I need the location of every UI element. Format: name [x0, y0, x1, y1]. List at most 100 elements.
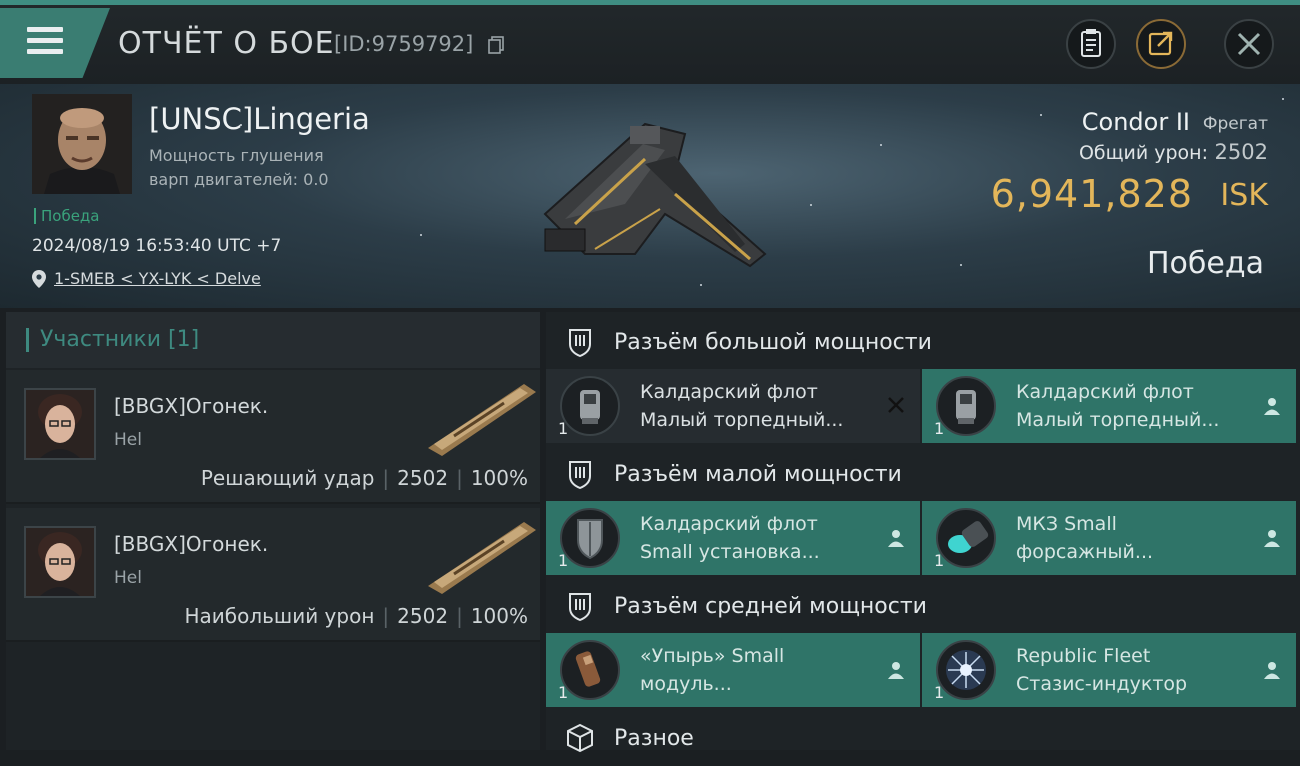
participant-role: Решающий удар [200, 466, 375, 490]
person-icon [888, 662, 904, 679]
module-type: Малый торпедный... [1016, 409, 1220, 431]
total-damage-value: 2502 [1214, 140, 1268, 164]
torpedo-launcher-icon [936, 376, 996, 436]
stats-separator: | [382, 466, 390, 490]
stats-separator: | [456, 466, 463, 490]
victim-portrait[interactable] [32, 94, 132, 194]
isk-unit: ISK [1220, 178, 1268, 213]
participants-panel: Участники [1] [BBGX]Огонек. Hel Решающий… [6, 312, 540, 750]
module-type: Стазис-индуктор [1016, 673, 1188, 695]
participant-stats: Решающий удар | 2502 | 100% [201, 466, 528, 490]
close-icon [1237, 32, 1261, 56]
participant-role: Наибольший урон [184, 604, 375, 628]
module-slot[interactable]: 1 МКЗ Small форсажный... [922, 501, 1296, 575]
person-icon [1264, 662, 1280, 679]
participant-name: [BBGX]Огонек. [114, 532, 269, 556]
module-quantity: 1 [934, 419, 945, 438]
report-id: [ID:9759792] [334, 32, 474, 56]
stats-separator: | [382, 604, 390, 628]
total-damage-label: Общий урон: [1078, 142, 1208, 164]
location-pin-icon [32, 270, 46, 288]
location-link[interactable]: 1-SMEB < YX-LYK < Delve [54, 269, 261, 288]
ghoul-module-icon [560, 640, 620, 700]
module-slot[interactable]: 1 Калдарский флот Малый торпедный... [546, 369, 920, 443]
ship-name[interactable]: Condor II [1082, 108, 1190, 136]
module-slot[interactable]: 1 Калдарский флот Малый торпедный... [922, 369, 1296, 443]
module-type: модуль... [640, 673, 732, 695]
cube-icon [567, 723, 593, 753]
participant-damage: 2502 [397, 466, 449, 490]
module-quantity: 1 [558, 551, 569, 570]
clipboard-button[interactable] [1066, 19, 1116, 69]
person-icon [1264, 398, 1280, 415]
module-name: Republic Fleet [1016, 645, 1151, 667]
participant-name: [BBGX]Огонек. [114, 394, 269, 418]
participants-title: Участники [1] [26, 328, 199, 352]
module-name: Калдарский флот [640, 513, 818, 535]
person-icon [888, 530, 904, 547]
result-tag: Победа [34, 208, 100, 224]
module-name: МКЗ Small [1016, 513, 1117, 535]
ship-image [543, 122, 767, 268]
low-slot-icon [569, 461, 591, 490]
victim-pilot-name[interactable]: [UNSC]Lingeria [149, 102, 370, 136]
misc-slot-header: Разное [546, 710, 1300, 766]
stasis-webifier-icon [936, 640, 996, 700]
mid-slot-header: Разъём средней мощности [546, 578, 1300, 634]
stats-separator: | [456, 604, 463, 628]
afterburner-icon [936, 508, 996, 568]
participant-damage: 2502 [397, 604, 449, 628]
module-name: Калдарский флот [1016, 381, 1194, 403]
fitting-panel: Разъём большой мощности 1 Калдарский фло… [546, 312, 1300, 753]
high-slot-icon [569, 329, 591, 358]
participant-row[interactable]: [BBGX]Огонек. Hel Решающий удар | 2502 | 100… [6, 370, 540, 504]
high-slot-title: Разъём большой мощности [614, 330, 932, 355]
module-name: Калдарский флот [640, 381, 818, 403]
mid-slot-icon [569, 593, 591, 622]
participant-percent: 100% [470, 604, 528, 628]
low-slot-title: Разъём малой мощности [614, 462, 902, 487]
victim-banner: [UNSC]Lingeria Мощность глушения варп дв… [0, 84, 1300, 308]
share-icon [1148, 31, 1173, 56]
clipboard-icon [1081, 29, 1101, 57]
participant-avatar[interactable] [24, 526, 96, 598]
module-type: Small установка... [640, 541, 820, 563]
module-quantity: 1 [934, 683, 945, 702]
participant-row[interactable]: [BBGX]Огонек. Hel Наибольший урон | 2502 | 1… [6, 508, 540, 642]
copy-icon[interactable] [488, 36, 504, 54]
header-accent-line [0, 0, 1300, 5]
participant-ship: Hel [114, 568, 142, 588]
destroyed-icon [888, 397, 904, 413]
weapon-image [428, 522, 536, 594]
top-bar: ОТЧЁТ О БОЕ [ID:9759792] [0, 0, 1300, 84]
module-type: Малый торпедный... [640, 409, 844, 431]
module-slot[interactable]: 1 Калдарский флот Small установка... [546, 501, 920, 575]
participant-percent: 100% [470, 466, 528, 490]
high-slot-header: Разъём большой мощности [546, 314, 1300, 370]
misc-slot-title: Разное [614, 726, 694, 751]
page-title: ОТЧЁТ О БОЕ [118, 26, 335, 61]
participant-ship: Hel [114, 430, 142, 450]
module-quantity: 1 [558, 683, 569, 702]
share-button[interactable] [1136, 19, 1186, 69]
torpedo-launcher-icon [560, 376, 620, 436]
ship-class: Фрегат [1202, 114, 1268, 134]
low-slot-header: Разъём малой мощности [546, 446, 1300, 502]
kill-datetime: 2024/08/19 16:53:40 UTC +7 [32, 236, 282, 256]
warp-strength-value: варп двигателей: 0.0 [149, 170, 329, 189]
participants-header[interactable]: Участники [1] [6, 312, 540, 368]
module-type: форсажный... [1016, 541, 1154, 563]
participant-avatar[interactable] [24, 388, 96, 460]
warp-strength-label: Мощность глушения [149, 146, 324, 165]
module-slot[interactable]: 1 Republic Fleet Стазис-индуктор [922, 633, 1296, 707]
participant-stats: Наибольший урон | 2502 | 100% [184, 604, 528, 628]
menu-button[interactable] [0, 8, 110, 78]
shield-module-icon [560, 508, 620, 568]
module-slot[interactable]: 1 «Упырь» Small модуль... [546, 633, 920, 707]
battle-result: Победа [1147, 246, 1264, 281]
module-quantity: 1 [934, 551, 945, 570]
module-quantity: 1 [558, 419, 569, 438]
person-icon [1264, 530, 1280, 547]
close-button[interactable] [1224, 19, 1274, 69]
module-name: «Упырь» Small [640, 645, 785, 667]
